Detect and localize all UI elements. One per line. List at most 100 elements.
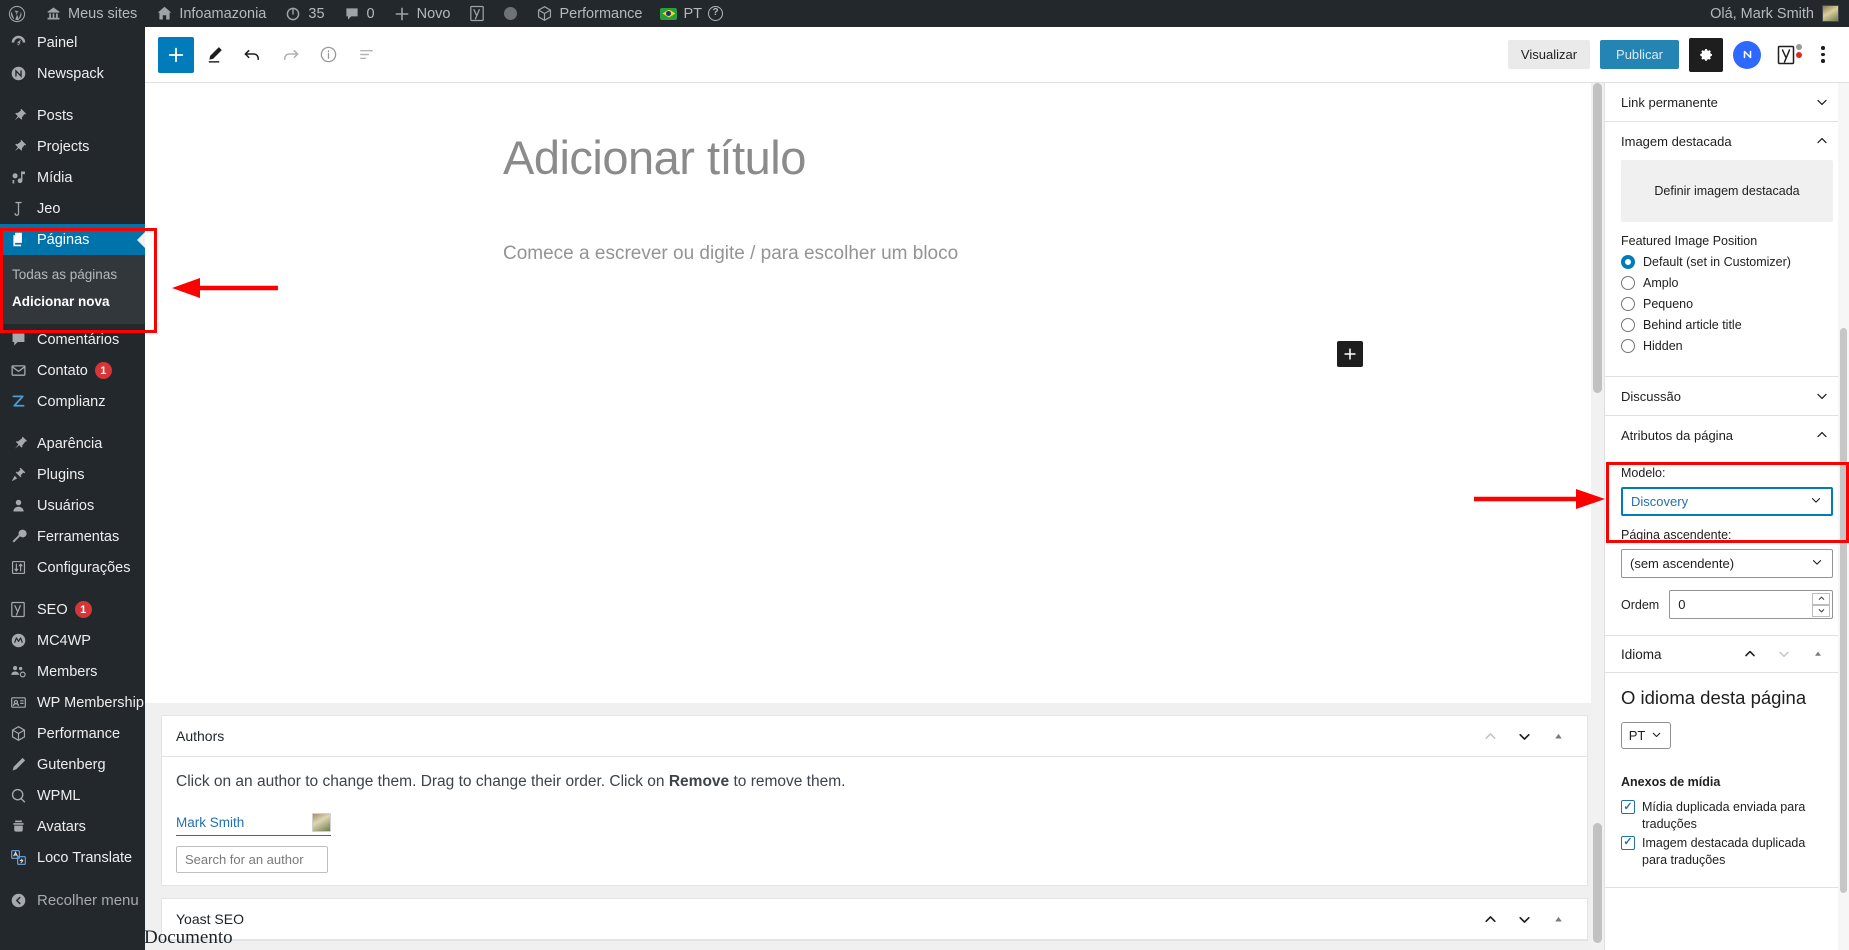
sidebar-item-paginas[interactable]: Páginas	[0, 224, 145, 255]
block-prompt-placeholder[interactable]: Comece a escrever ou digite / para escol…	[503, 243, 1383, 265]
sidebar-item-painel[interactable]: Painel	[0, 27, 145, 58]
language-panel-header[interactable]: Idioma	[1605, 636, 1849, 673]
move-up-icon[interactable]	[1473, 719, 1507, 753]
sidebar-item-wpml[interactable]: WPML	[0, 780, 145, 811]
checkbox-icon[interactable]: ✓	[1621, 800, 1635, 814]
radio-option-amplo[interactable]: Amplo	[1621, 276, 1833, 290]
sidebar-item-wp-membership[interactable]: WP Membership	[0, 687, 145, 718]
radio-option-default[interactable]: Default (set in Customizer)	[1621, 255, 1833, 269]
settings-gear-button[interactable]	[1689, 37, 1723, 72]
redo-button[interactable]	[272, 37, 308, 73]
sidebar-item-gutenberg[interactable]: Gutenberg	[0, 749, 145, 780]
chevron-up-icon[interactable]	[1812, 592, 1830, 605]
metaboxes-scrollbar[interactable]	[1591, 703, 1604, 950]
info-button[interactable]	[310, 37, 346, 73]
author-name[interactable]: Mark Smith	[176, 815, 244, 830]
sidebar-item-complianz[interactable]: Complianz	[0, 386, 145, 417]
chevron-down-icon[interactable]	[1812, 604, 1830, 617]
sidebar-item-configuracoes[interactable]: Configurações	[0, 552, 145, 583]
admin-bar-updates[interactable]: 35	[275, 0, 333, 27]
list-view-button[interactable]	[348, 37, 384, 73]
sidebar-item-aparencia[interactable]: Aparência	[0, 428, 145, 459]
sidebar-item-seo[interactable]: SEO 1	[0, 594, 145, 625]
parent-page-select[interactable]: (sem ascendente)	[1621, 549, 1833, 578]
sidebar-item-newspack[interactable]: Newspack	[0, 58, 145, 89]
publish-button[interactable]: Publicar	[1600, 40, 1679, 69]
radio-icon[interactable]	[1621, 318, 1635, 332]
sidebar-item-ferramentas[interactable]: Ferramentas	[0, 521, 145, 552]
sidebar-item-loco-translate[interactable]: Loco Translate	[0, 842, 145, 873]
order-spinner-buttons[interactable]	[1812, 592, 1830, 617]
chevron-up-icon[interactable]	[1811, 424, 1833, 446]
settings-scrollbar-thumb[interactable]	[1840, 328, 1847, 893]
checkbox-row-duplicate-media[interactable]: ✓ Mídia duplicada enviada para traduções	[1621, 799, 1833, 833]
sidebar-item-contato[interactable]: Contato 1	[0, 355, 145, 386]
toggle-panel-icon[interactable]	[1541, 902, 1575, 936]
admin-bar-my-sites[interactable]: Meus sites	[35, 0, 146, 27]
sidebar-item-comentarios[interactable]: Comentários	[0, 324, 145, 355]
sidebar-item-midia[interactable]: Mídia	[0, 162, 145, 193]
sidebar-item-projects[interactable]: Projects	[0, 131, 145, 162]
admin-bar-account[interactable]: Olá, Mark Smith	[1710, 5, 1849, 22]
sidebar-item-performance[interactable]: Performance	[0, 718, 145, 749]
admin-bar-wordpress-logo[interactable]	[0, 0, 35, 27]
radio-icon[interactable]	[1621, 276, 1635, 290]
set-featured-image-button[interactable]: Definir imagem destacada	[1621, 160, 1833, 222]
radio-icon[interactable]	[1621, 255, 1635, 269]
sidebar-item-posts[interactable]: Posts	[0, 100, 145, 131]
undo-button[interactable]	[234, 37, 270, 73]
move-down-icon[interactable]	[1507, 902, 1541, 936]
radio-option-behind-article-title[interactable]: Behind article title	[1621, 318, 1833, 332]
canvas-scrollbar[interactable]	[1591, 83, 1604, 703]
featured-image-panel-header[interactable]: Imagem destacada	[1605, 122, 1849, 160]
sidebar-item-usuarios[interactable]: Usuários	[0, 490, 145, 521]
inline-add-block-button[interactable]	[1337, 341, 1363, 367]
chevron-up-icon[interactable]	[1811, 130, 1833, 152]
preview-button[interactable]: Visualizar	[1507, 40, 1591, 69]
yoast-seo-button[interactable]	[1771, 42, 1802, 68]
settings-scrollbar[interactable]	[1838, 83, 1849, 950]
admin-bar-status-dot[interactable]	[495, 0, 526, 27]
sidebar-subitem-adicionar-nova[interactable]: Adicionar nova	[0, 288, 145, 315]
sidebar-item-plugins[interactable]: Plugins	[0, 459, 145, 490]
help-icon[interactable]: ?	[708, 6, 723, 21]
author-search-input[interactable]: Search for an author	[176, 846, 328, 873]
sidebar-subitem-todas-as-paginas[interactable]: Todas as páginas	[0, 261, 145, 288]
newspack-button[interactable]	[1733, 40, 1761, 69]
radio-option-pequeno[interactable]: Pequeno	[1621, 297, 1833, 311]
checkbox-row-duplicate-featured-image[interactable]: ✓ Imagem destacada duplicada para traduç…	[1621, 835, 1833, 869]
sidebar-item-mc4wp[interactable]: MC4WP	[0, 625, 145, 656]
sidebar-item-avatars[interactable]: Avatars	[0, 811, 145, 842]
move-up-icon[interactable]	[1733, 637, 1767, 671]
admin-bar-new[interactable]: Novo	[384, 0, 460, 27]
chevron-down-icon[interactable]	[1811, 385, 1833, 407]
radio-icon[interactable]	[1621, 339, 1635, 353]
post-title-placeholder[interactable]: Adicionar título	[503, 130, 1383, 185]
template-select[interactable]: Discovery	[1621, 487, 1833, 516]
sidebar-item-jeo[interactable]: Jeo	[0, 193, 145, 224]
more-options-button[interactable]	[1811, 46, 1835, 63]
permalink-panel-header[interactable]: Link permanente	[1605, 83, 1849, 121]
edit-pencil-button[interactable]	[196, 37, 232, 73]
language-select[interactable]: PT	[1621, 722, 1671, 749]
order-stepper[interactable]: 0	[1669, 590, 1833, 619]
page-attributes-panel-header[interactable]: Atributos da página	[1605, 416, 1849, 454]
move-up-icon[interactable]	[1473, 902, 1507, 936]
radio-icon[interactable]	[1621, 297, 1635, 311]
admin-bar-comments[interactable]: 0	[334, 0, 384, 27]
collapse-menu-button[interactable]: Recolher menu	[0, 885, 145, 916]
admin-bar-language[interactable]: PT ?	[651, 0, 732, 27]
sidebar-item-members[interactable]: Members	[0, 656, 145, 687]
toggle-panel-icon[interactable]	[1801, 637, 1835, 671]
add-block-button[interactable]	[158, 36, 194, 73]
toggle-panel-icon[interactable]	[1541, 719, 1575, 753]
author-chip[interactable]: Mark Smith	[176, 813, 331, 836]
admin-bar-performance[interactable]: Performance	[526, 0, 651, 27]
checkbox-icon[interactable]: ✓	[1621, 835, 1635, 850]
discussion-panel-header[interactable]: Discussão	[1605, 377, 1849, 415]
admin-bar-site-name[interactable]: Infoamazonia	[146, 0, 275, 27]
move-down-icon[interactable]	[1767, 637, 1801, 671]
radio-option-hidden[interactable]: Hidden	[1621, 339, 1833, 353]
chevron-down-icon[interactable]	[1811, 91, 1833, 113]
admin-bar-yoast[interactable]	[459, 0, 495, 27]
